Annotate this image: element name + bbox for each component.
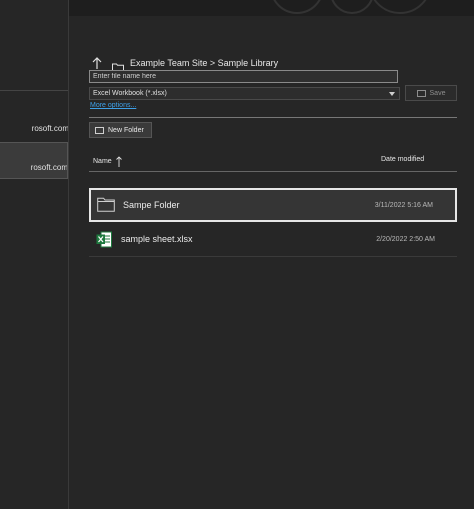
file-date-modified: 3/11/2022 5:16 AM — [374, 202, 433, 209]
decorative-arc — [330, 0, 374, 14]
left-nav-item-account-2[interactable]: rosoft.com — [0, 142, 68, 179]
sort-up-arrow-icon — [115, 156, 122, 167]
file-list-row[interactable]: sample sheet.xlsx 2/20/2022 2:50 AM — [89, 223, 457, 257]
decorative-arc — [368, 0, 432, 14]
new-folder-icon — [95, 126, 104, 134]
left-nav-item-label: rosoft.com — [30, 163, 67, 172]
save-icon — [416, 89, 426, 97]
more-options-link[interactable]: More options... — [90, 102, 136, 109]
file-name: sample sheet.xlsx — [121, 234, 193, 244]
file-type-selected: Excel Workbook (*.xlsx) — [93, 90, 167, 97]
breadcrumb: Example Team Site > Sample Library — [90, 56, 278, 72]
column-header-name[interactable]: Name — [93, 156, 122, 167]
file-type-dropdown[interactable]: Excel Workbook (*.xlsx) — [89, 87, 400, 100]
new-folder-button[interactable]: New Folder — [89, 122, 152, 138]
save-button-label: Save — [429, 89, 446, 97]
breadcrumb-path[interactable]: Example Team Site > Sample Library — [130, 58, 278, 68]
left-nav-item-label: rosoft.com — [31, 124, 68, 133]
folder-icon — [112, 59, 124, 72]
left-pane-divider — [0, 90, 68, 91]
divider — [89, 171, 457, 172]
left-nav-item-account-1[interactable]: rosoft.com — [0, 116, 68, 140]
new-folder-label: New Folder — [108, 126, 144, 134]
file-name-input[interactable] — [89, 70, 398, 83]
chevron-down-icon — [389, 92, 395, 96]
left-navigation-pane: rosoft.com rosoft.com — [0, 0, 69, 509]
save-button[interactable]: Save — [405, 85, 457, 101]
decorative-arc — [270, 0, 324, 14]
excel-file-icon — [96, 231, 112, 248]
divider — [89, 117, 457, 118]
folder-icon — [97, 197, 115, 212]
file-name: Sampe Folder — [123, 200, 180, 210]
top-decorative-band — [0, 0, 474, 16]
column-header-date-modified[interactable]: Date modified — [381, 156, 424, 163]
file-date-modified: 2/20/2022 2:50 AM — [376, 236, 435, 243]
column-header-name-label: Name — [93, 158, 112, 165]
file-list-row[interactable]: Sampe Folder 3/11/2022 5:16 AM — [89, 188, 457, 222]
up-arrow-icon[interactable] — [90, 56, 104, 70]
